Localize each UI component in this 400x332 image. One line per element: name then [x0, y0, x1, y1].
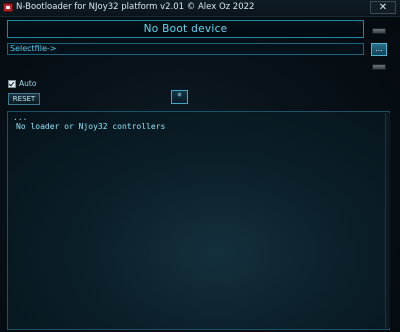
- bootloader-window: N-Bootloader for NJoy32 platform v2.01 ©…: [0, 0, 400, 332]
- side-indicator-button-1[interactable]: [372, 28, 386, 34]
- title-bar: N-Bootloader for NJoy32 platform v2.01 ©…: [0, 0, 400, 17]
- log-output-panel[interactable]: ... No loader or Njoy32 controllers: [7, 111, 390, 330]
- app-icon: [3, 3, 13, 12]
- log-line: No loader or Njoy32 controllers: [16, 122, 166, 131]
- select-file-field[interactable]: Selectfile->: [7, 43, 364, 55]
- reset-button-label: RESET: [12, 95, 36, 103]
- close-icon: ✕: [378, 2, 388, 13]
- close-button[interactable]: ✕: [370, 1, 396, 14]
- select-file-label: Selectfile->: [10, 44, 57, 53]
- side-indicator-button-2[interactable]: [372, 64, 386, 70]
- ellipsis-icon: ...: [375, 44, 383, 53]
- device-status-display: No Boot device: [7, 20, 364, 38]
- log-scrollbar[interactable]: [385, 113, 390, 328]
- log-line: ...: [13, 113, 28, 122]
- reset-button[interactable]: RESET: [8, 93, 40, 105]
- device-status-text: No Boot device: [143, 23, 228, 35]
- star-button[interactable]: *: [171, 90, 188, 104]
- window-title: N-Bootloader for NJoy32 platform v2.01 ©…: [16, 2, 255, 12]
- auto-checkbox[interactable]: [8, 80, 16, 88]
- auto-label: Auto: [19, 79, 37, 88]
- star-icon: *: [177, 92, 182, 102]
- browse-file-button[interactable]: ...: [371, 43, 387, 56]
